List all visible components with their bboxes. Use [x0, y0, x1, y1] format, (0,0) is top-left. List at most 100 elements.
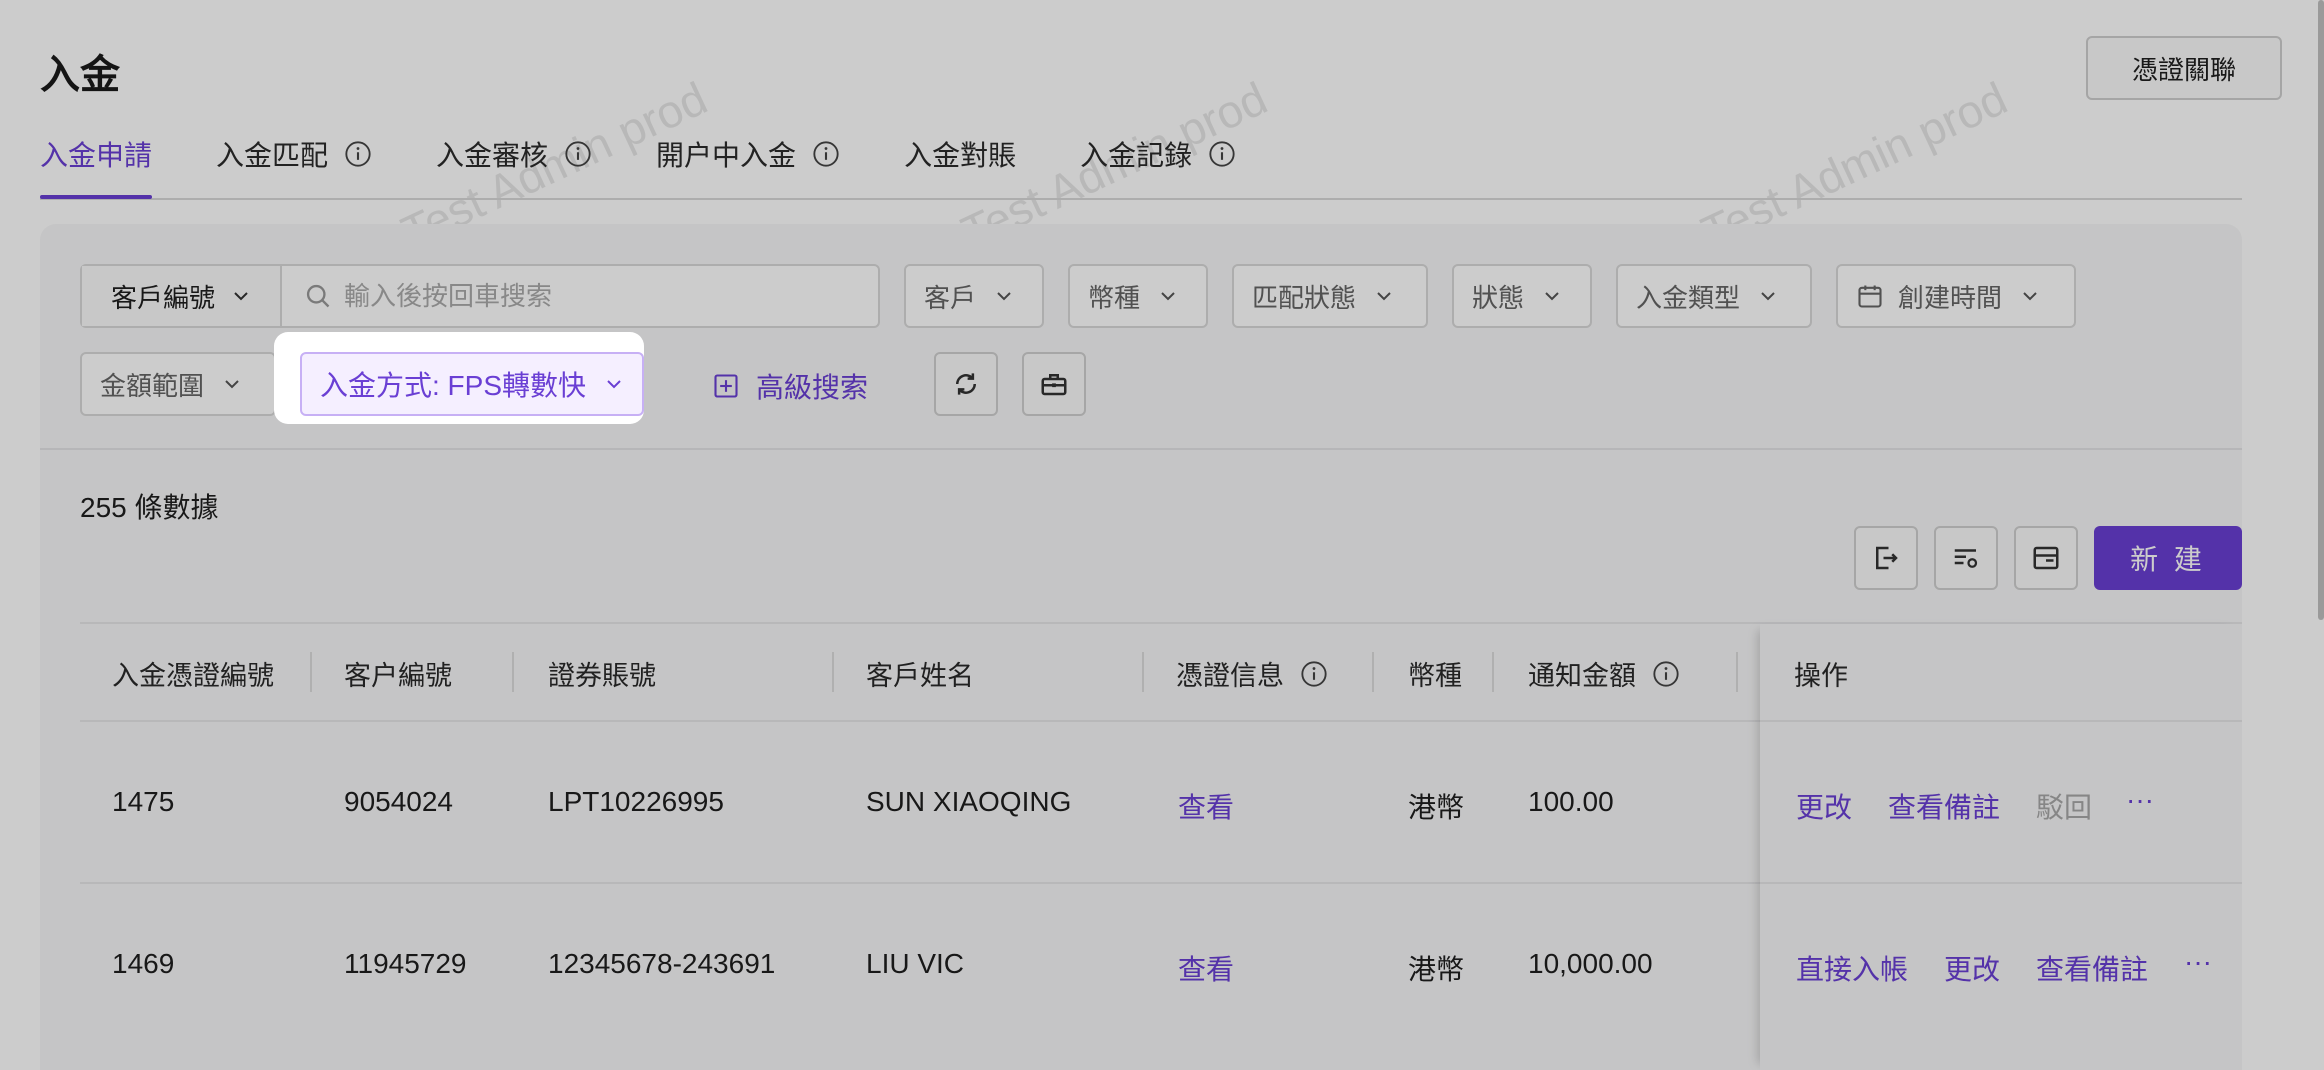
cell-amount: 100.00: [1528, 786, 1614, 817]
voucher-link-button[interactable]: 憑證關聯: [2086, 36, 2282, 100]
filter-label: 入金類型: [1636, 282, 1741, 313]
column-divider: [1372, 652, 1374, 692]
customer-filter[interactable]: 客戶: [904, 264, 1044, 328]
column-settings-button[interactable]: [1934, 526, 1998, 590]
page-title: 入金: [40, 53, 120, 97]
tab-deposit-records[interactable]: 入金記錄: [1080, 136, 1236, 172]
layout-button[interactable]: [2014, 526, 2078, 590]
column-divider: [310, 652, 312, 692]
export-icon: [1876, 546, 1898, 570]
edit-link[interactable]: 更改: [1796, 786, 1852, 826]
chevron-down-icon: [1161, 292, 1175, 301]
cell-account: LPT10226995: [548, 786, 724, 817]
currency-filter[interactable]: 幣種: [1068, 264, 1208, 328]
column-header: 通知金額: [1528, 654, 1680, 693]
plus-square-icon: [714, 374, 738, 398]
refresh-icon: [956, 373, 976, 395]
column-divider: [1736, 652, 1738, 692]
column-header: 憑證信息: [1176, 654, 1328, 693]
status-filter[interactable]: 狀態: [1452, 264, 1592, 328]
more-actions-button[interactable]: ···: [2184, 946, 2212, 978]
layout-icon: [2033, 546, 2059, 570]
match-status-filter[interactable]: 匹配狀態: [1232, 264, 1428, 328]
info-icon[interactable]: [812, 140, 840, 168]
deposit-method-filter[interactable]: 入金方式: FPS轉數快: [300, 352, 644, 416]
briefcase-icon: [1041, 374, 1067, 396]
search-type-label: 客戶編號: [110, 282, 215, 313]
column-header: 客户編號: [344, 661, 452, 691]
cell-voucher-no: 1469: [112, 948, 175, 979]
column-divider: [1492, 652, 1494, 692]
cell-account: 12345678-243691: [548, 948, 776, 979]
clear-filters-button[interactable]: [1022, 352, 1086, 416]
column-header: 入金憑證編號: [112, 661, 274, 691]
refresh-button[interactable]: [934, 352, 998, 416]
column-header: 幣種: [1408, 661, 1462, 691]
cell-customer-no: 9054024: [344, 786, 454, 817]
search-box: 客戶編號: [80, 264, 880, 328]
column-divider: [832, 652, 834, 692]
page-scrollbar[interactable]: [2318, 0, 2324, 620]
filter-label: 幣種: [1088, 282, 1141, 313]
deposit-type-filter[interactable]: 入金類型: [1616, 264, 1812, 328]
filter-label: 客戶: [924, 282, 977, 313]
search-icon: [306, 284, 330, 308]
column-header: 客戶姓名: [866, 661, 974, 691]
search-field: [282, 266, 878, 326]
chevron-down-icon: [225, 380, 239, 389]
new-button[interactable]: 新 建: [2094, 526, 2242, 590]
search-type-select[interactable]: 客戶編號: [82, 266, 282, 326]
info-icon[interactable]: [1208, 140, 1236, 168]
header-bottom-border: [1760, 720, 2242, 722]
direct-post-link[interactable]: 直接入帳: [1796, 948, 1908, 988]
tab-deposit-reconciliation[interactable]: 入金對賬: [904, 136, 1016, 172]
view-remarks-link[interactable]: 查看備註: [1888, 786, 2000, 826]
reject-link[interactable]: 駁回: [2036, 786, 2092, 826]
record-count: 255 條數據: [80, 492, 219, 523]
amount-range-filter[interactable]: 金額範圍: [80, 352, 276, 416]
filter-label: 創建時間: [1898, 282, 2003, 313]
created-time-filter[interactable]: 創建時間: [1836, 264, 2076, 328]
view-voucher-link[interactable]: 查看: [1178, 948, 1234, 988]
panel-divider: [40, 448, 2242, 450]
chevron-down-icon: [1761, 292, 1775, 301]
edit-link[interactable]: 更改: [1944, 948, 2000, 988]
settings-list-icon: [1954, 549, 1978, 568]
chevron-down-icon: [1377, 292, 1391, 301]
view-voucher-link[interactable]: 查看: [1178, 786, 1234, 826]
search-input[interactable]: [344, 280, 864, 312]
column-divider: [1142, 652, 1144, 692]
more-actions-button[interactable]: ···: [2126, 784, 2154, 816]
tab-account-opening-deposit[interactable]: 開户中入金: [656, 136, 840, 172]
tab-divider: [40, 198, 2242, 200]
view-remarks-link[interactable]: 查看備註: [2036, 948, 2148, 988]
info-icon[interactable]: [564, 140, 592, 168]
advanced-search-button[interactable]: 高級搜索: [712, 366, 868, 406]
info-icon[interactable]: [1652, 660, 1680, 688]
info-icon[interactable]: [344, 140, 372, 168]
column-header-label: 憑證信息: [1176, 661, 1284, 691]
chevron-down-icon: [997, 292, 1011, 301]
column-header-label: 通知金額: [1528, 661, 1636, 691]
filter-label: 匹配狀態: [1252, 282, 1357, 313]
info-icon[interactable]: [1300, 660, 1328, 688]
active-tab-indicator: [40, 195, 152, 199]
tab-label: 入金審核: [436, 140, 549, 171]
chevron-down-icon: [2023, 292, 2037, 301]
tab-label: 入金對賬: [904, 140, 1017, 171]
chevron-down-icon: [607, 380, 621, 389]
cell-customer-no: 11945729: [344, 948, 467, 979]
cell-amount: 10,000.00: [1528, 948, 1653, 979]
chevron-down-icon: [1545, 292, 1559, 301]
tab-deposit-matching[interactable]: 入金匹配: [216, 136, 372, 172]
export-button[interactable]: [1854, 526, 1918, 590]
tab-deposit-review[interactable]: 入金審核: [436, 136, 592, 172]
tab-bar: 入金申請 入金匹配 入金審核 開户中入金 入金對賬 入金記錄: [40, 136, 1300, 200]
cell-name: SUN XIAOQING: [866, 786, 1072, 817]
tab-label: 入金匹配: [216, 140, 329, 171]
cell-name: LIU VIC: [866, 948, 965, 979]
column-header: 證券賬號: [548, 661, 656, 691]
cell-voucher-no: 1475: [112, 786, 175, 817]
filter-label: 入金方式: FPS轉數快: [320, 370, 587, 401]
tab-deposit-application[interactable]: 入金申請: [40, 136, 152, 172]
